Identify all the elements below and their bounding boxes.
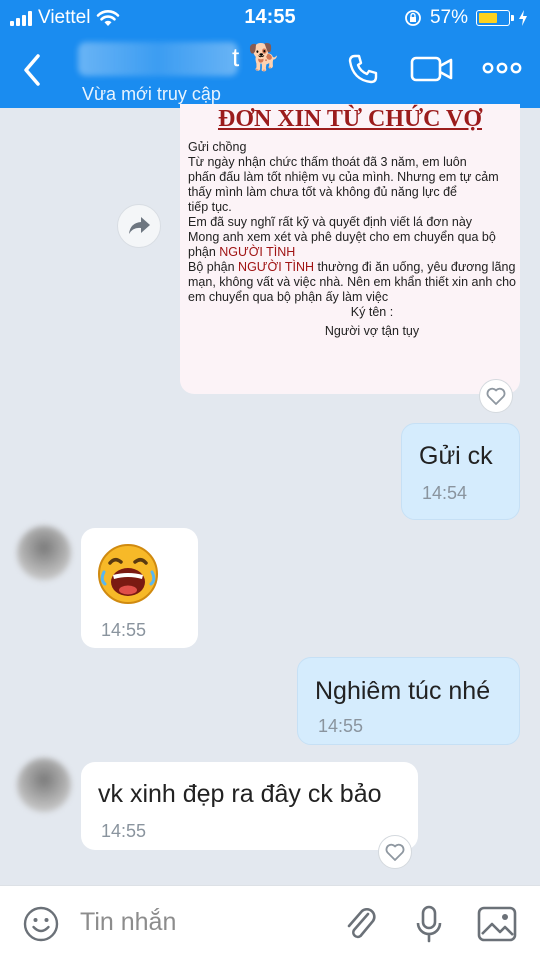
contact-name-tail: t — [232, 42, 240, 72]
react-heart-button[interactable] — [479, 379, 513, 413]
avatar[interactable] — [17, 526, 71, 580]
laughing-emoji-icon — [98, 544, 158, 604]
document-line: Từ ngày nhận chức thấm thoát đã 3 năm, e… — [188, 155, 467, 169]
document-text: thường đi ăn uống, yêu đương lãng — [314, 260, 516, 274]
status-right: 57% — [404, 7, 528, 29]
document-highlight: NGƯỜI TÌNH — [238, 260, 315, 274]
heart-icon — [486, 387, 506, 405]
message-time: 14:55 — [318, 716, 364, 736]
document-line: tiếp tục. — [188, 200, 232, 214]
chat-header: Viettel 14:55 57% t 🐕 Vừa mới truy cập — [0, 0, 540, 108]
document-line: phận NGƯỜI TÌNH — [188, 245, 516, 260]
forward-icon — [129, 217, 150, 234]
dog-emoji-icon: 🐕 — [248, 42, 281, 72]
document-sign-label: Ký tên : — [350, 305, 394, 319]
message-text: Nghiêm túc nhé — [315, 677, 491, 705]
document-line: mạn, không vất và việc nhà. Nên em khẩn … — [188, 275, 516, 289]
document-line: em chuyển qua bộ phận ấy làm việc — [188, 290, 389, 304]
document-line: Bộ phận NGƯỜI TÌNH thường đi ăn uống, yê… — [188, 260, 516, 275]
document-line: phấn đấu làm tốt nhiệm vụ của mình. Nhưn… — [188, 170, 499, 184]
phone-icon[interactable] — [346, 52, 380, 86]
video-icon[interactable] — [410, 52, 454, 86]
charging-icon — [519, 10, 527, 26]
message-bubble-outgoing[interactable]: Nghiêm túc nhé 14:55 — [297, 657, 520, 745]
document-line: thấy mình làm chưa tốt và không đủ năng … — [188, 185, 457, 199]
battery-icon — [476, 10, 514, 26]
document-signature: Người vợ tận tụy — [324, 324, 420, 338]
microphone-icon[interactable] — [414, 904, 444, 944]
message-text: vk xinh đẹp ra đây ck bảo — [98, 780, 382, 808]
document-body: Gửi chồng Từ ngày nhận chức thấm thoát đ… — [188, 140, 516, 339]
more-icon[interactable] — [482, 60, 522, 76]
react-heart-button[interactable] — [378, 835, 412, 869]
status-bar: Viettel 14:55 57% — [0, 0, 540, 36]
document-title: ĐƠN XIN TỪ CHỨC VỢ — [217, 106, 482, 132]
message-time: 14:55 — [101, 620, 147, 640]
heart-icon — [385, 843, 405, 861]
message-bubble-incoming[interactable]: 14:55 — [81, 528, 198, 648]
nav-bar: t 🐕 Vừa mới truy cập — [0, 36, 540, 108]
contact-name-blurred[interactable] — [78, 42, 238, 76]
chat-area[interactable]: ĐƠN XIN TỪ CHỨC VỢ Gửi chồng Từ ngày nhậ… — [0, 104, 540, 885]
attach-icon[interactable] — [342, 904, 380, 944]
emoji-icon[interactable] — [22, 905, 60, 943]
message-input[interactable]: Tin nhắn — [80, 908, 176, 937]
message-input-bar: Tin nhắn — [0, 885, 540, 960]
avatar[interactable] — [17, 758, 71, 812]
document-line: Gửi chồng — [188, 140, 247, 154]
document-image[interactable]: ĐƠN XIN TỪ CHỨC VỢ Gửi chồng Từ ngày nhậ… — [180, 104, 520, 394]
forward-button[interactable] — [117, 204, 161, 248]
back-icon[interactable] — [18, 50, 48, 90]
document-line: Mong anh xem xét và phê duyệt cho em chu… — [188, 230, 496, 244]
message-time: 14:55 — [101, 821, 147, 841]
message-time: 14:54 — [422, 483, 468, 503]
document-text: Bộ phận — [188, 260, 239, 274]
image-icon[interactable] — [476, 905, 518, 943]
document-text: phận — [188, 245, 220, 259]
message-text: Gửi ck — [419, 442, 493, 470]
battery-percent: 57% — [429, 7, 468, 28]
message-bubble-incoming[interactable]: vk xinh đẹp ra đây ck bảo 14:55 — [81, 762, 418, 850]
message-bubble-outgoing[interactable]: Gửi ck 14:54 — [401, 423, 520, 520]
document-line: Em đã suy nghĩ rất kỹ và quyết định viết… — [188, 215, 473, 229]
last-seen-status: Vừa mới truy cập — [82, 84, 221, 104]
document-highlight: NGƯỜI TÌNH — [219, 245, 296, 259]
orientation-lock-icon — [405, 10, 421, 26]
